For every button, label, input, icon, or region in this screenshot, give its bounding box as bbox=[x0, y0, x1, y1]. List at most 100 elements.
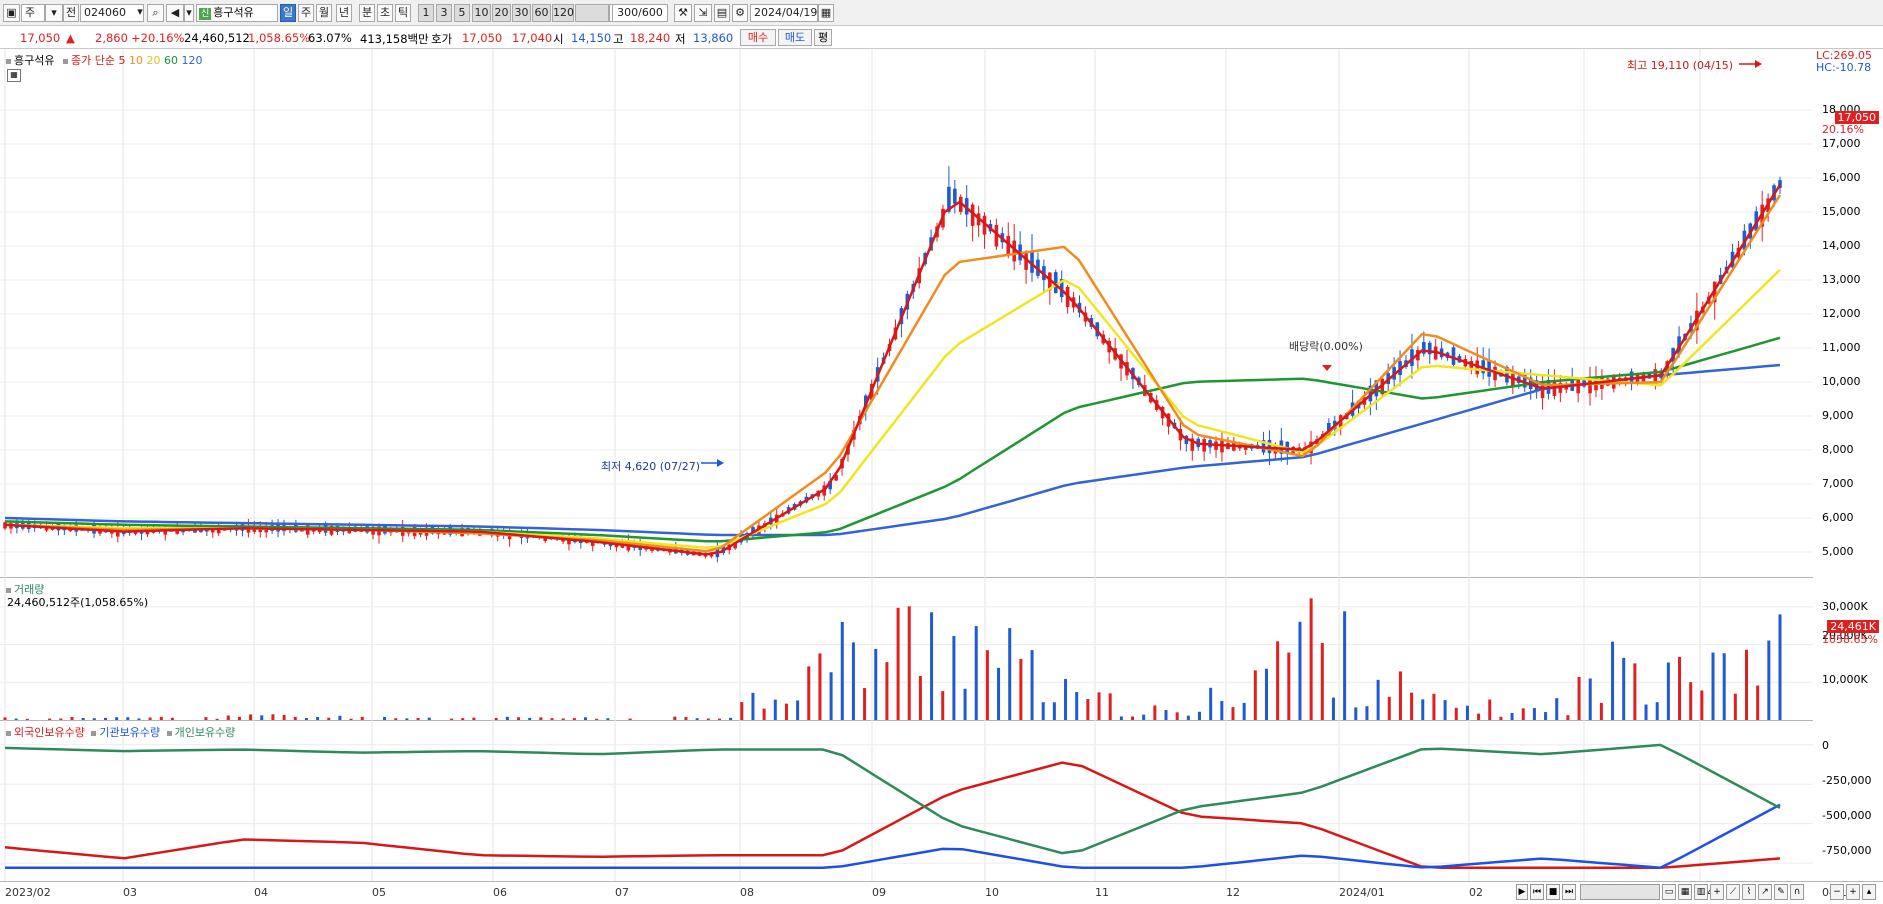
volume-bar bbox=[92, 718, 96, 720]
date-field[interactable]: 2024/04/19 bbox=[750, 4, 818, 22]
volume-bar bbox=[249, 714, 253, 720]
stock-code-dropdown-icon[interactable]: ▾ bbox=[134, 4, 146, 22]
volume-bar bbox=[1231, 707, 1235, 720]
volume-bar bbox=[3, 717, 7, 720]
split-icon[interactable]: ▥ bbox=[1694, 884, 1708, 900]
period-week-button[interactable]: 주 bbox=[298, 4, 314, 22]
volume-speaker-icon[interactable]: ◀ bbox=[166, 4, 184, 22]
period-minute-button[interactable]: 분 bbox=[359, 4, 375, 22]
quote-bar: 17,050 ▲ 2,860 +20.16% 24,460,512 1,058.… bbox=[0, 27, 1883, 49]
volume-bar bbox=[137, 718, 141, 720]
period-tick-button[interactable]: 틱 bbox=[395, 4, 411, 22]
hc-label: HC:-10.78 bbox=[1816, 61, 1872, 74]
period-second-button[interactable]: 초 bbox=[377, 4, 393, 22]
volume-bar bbox=[1733, 693, 1737, 720]
volume-panel[interactable]: 거래량 24,460,512주(1,058.65%) 30,000K 20,00… bbox=[0, 578, 1883, 721]
period-select-dropdown-icon[interactable]: ▾ bbox=[45, 4, 63, 22]
draw-icon[interactable]: ✎ bbox=[1774, 884, 1788, 900]
low-annotation: 최저 4,620 (07/27) bbox=[601, 460, 701, 473]
volume-tag: 24,461K bbox=[1827, 620, 1879, 633]
volume-bar bbox=[405, 718, 409, 720]
buy-button[interactable]: 매수 bbox=[740, 29, 776, 46]
interval-120-button[interactable]: 120 bbox=[552, 4, 574, 22]
calendar-icon[interactable]: ▦ bbox=[818, 4, 834, 22]
interval-1-button[interactable]: 1 bbox=[418, 4, 434, 22]
volume-bar bbox=[349, 718, 353, 720]
price-tick-label: 16,000 bbox=[1822, 171, 1861, 184]
avg-button[interactable]: 평 bbox=[814, 29, 832, 46]
volume-bar bbox=[115, 717, 119, 720]
volume-bar bbox=[773, 699, 777, 720]
table-toggle-icon[interactable]: ▦ bbox=[7, 69, 21, 82]
arrow-icon[interactable]: ↗ bbox=[1758, 884, 1772, 900]
price-tick-label: 11,000 bbox=[1822, 341, 1861, 354]
date-label: 02 bbox=[1469, 886, 1483, 899]
stock-name-field[interactable]: 신 흥구석유 bbox=[196, 4, 278, 22]
volume-bar bbox=[1689, 682, 1693, 720]
new-badge: 신 bbox=[199, 8, 212, 20]
volume-bar bbox=[829, 672, 833, 720]
interval-60-button[interactable]: 60 bbox=[532, 4, 551, 22]
settings-gear-icon[interactable]: ⚙ bbox=[732, 4, 748, 22]
period-select[interactable]: 주 bbox=[21, 4, 45, 22]
pattern-icon[interactable]: ⌇ bbox=[1742, 884, 1756, 900]
volume-bar bbox=[1622, 657, 1626, 720]
interval-custom-select[interactable] bbox=[575, 4, 609, 22]
cross-icon[interactable]: + bbox=[1710, 884, 1724, 900]
stop-icon[interactable]: ■ bbox=[1546, 884, 1560, 900]
interval-5-button[interactable]: 5 bbox=[454, 4, 470, 22]
volume-bar bbox=[1655, 702, 1659, 720]
volume-bar bbox=[1153, 705, 1157, 720]
dividend-annotation: 배당락(0.00%) bbox=[1289, 340, 1363, 353]
speaker-dropdown-icon[interactable]: ▾ bbox=[184, 4, 194, 22]
trend-icon[interactable]: ⟋ bbox=[1726, 884, 1740, 900]
holdings-tick-0: 0 bbox=[1822, 739, 1829, 752]
chart-tools-icon[interactable]: ⚒ bbox=[674, 4, 692, 22]
expand-icon[interactable]: ▴ bbox=[1862, 884, 1876, 900]
volume-bar bbox=[1365, 706, 1369, 720]
candle-body bbox=[1576, 379, 1580, 394]
volume-bar bbox=[550, 718, 554, 720]
holdings-legend: 외국인보유수량 기관보유수량 개인보유수량 bbox=[6, 724, 235, 740]
current-pct-tag: 20.16% bbox=[1822, 123, 1864, 136]
volume-chart bbox=[0, 578, 1813, 721]
price-panel[interactable]: 흥구석유 종가 단순 5 10 20 60 120 ▦ LC:269.05 HC… bbox=[0, 49, 1883, 578]
magnet-icon[interactable]: ∩ bbox=[1790, 884, 1804, 900]
interval-20-button[interactable]: 20 bbox=[492, 4, 511, 22]
date-label: 10 bbox=[985, 886, 999, 899]
save-icon[interactable]: ▤ bbox=[714, 4, 730, 22]
volume-bar bbox=[1465, 705, 1469, 720]
sell-button[interactable]: 매도 bbox=[778, 29, 812, 46]
volume-bar bbox=[1108, 693, 1112, 720]
interval-3-button[interactable]: 3 bbox=[436, 4, 452, 22]
zoom-icon[interactable]: ⇲ bbox=[694, 4, 712, 22]
scroll-end-icon[interactable]: ⏭ bbox=[1562, 884, 1576, 900]
volume-bar bbox=[1052, 702, 1056, 720]
interval-30-button[interactable]: 30 bbox=[512, 4, 531, 22]
zoom-out-icon[interactable]: − bbox=[1830, 884, 1844, 900]
volume-ratio: 1,058.65% bbox=[248, 31, 311, 45]
volume-bar bbox=[1220, 701, 1224, 720]
volume-bar bbox=[494, 717, 498, 720]
interval-10-button[interactable]: 10 bbox=[472, 4, 491, 22]
count-field[interactable]: 300/600 bbox=[612, 4, 668, 22]
volume-bar bbox=[851, 642, 855, 720]
grid-icon[interactable]: ▦ bbox=[1678, 884, 1692, 900]
chart-menu-icon[interactable]: ▣ bbox=[3, 4, 20, 22]
search-icon[interactable]: ⌕ bbox=[147, 4, 164, 22]
zoom-in-icon[interactable]: + bbox=[1846, 884, 1860, 900]
period-day-button[interactable]: 일 bbox=[280, 4, 296, 22]
prev-button[interactable]: 전 bbox=[63, 4, 79, 22]
volume-bar bbox=[1454, 707, 1458, 720]
legend-square-icon bbox=[91, 730, 97, 736]
period-month-button[interactable]: 월 bbox=[316, 4, 332, 22]
volume-bar bbox=[450, 718, 454, 720]
zoom-fit-icon[interactable]: ▭ bbox=[1662, 884, 1676, 900]
scroll-prev-icon[interactable]: ▶ bbox=[1516, 884, 1528, 900]
ma20-line bbox=[4, 268, 1781, 550]
horizontal-scrollbar[interactable] bbox=[1580, 884, 1660, 900]
period-year-button[interactable]: 년 bbox=[336, 4, 352, 22]
scroll-start-icon[interactable]: ⏮ bbox=[1530, 884, 1544, 900]
holdings-panel[interactable]: 외국인보유수량 기관보유수량 개인보유수량 0 -250,000 -500,00… bbox=[0, 721, 1883, 881]
volume-bar bbox=[762, 708, 766, 720]
